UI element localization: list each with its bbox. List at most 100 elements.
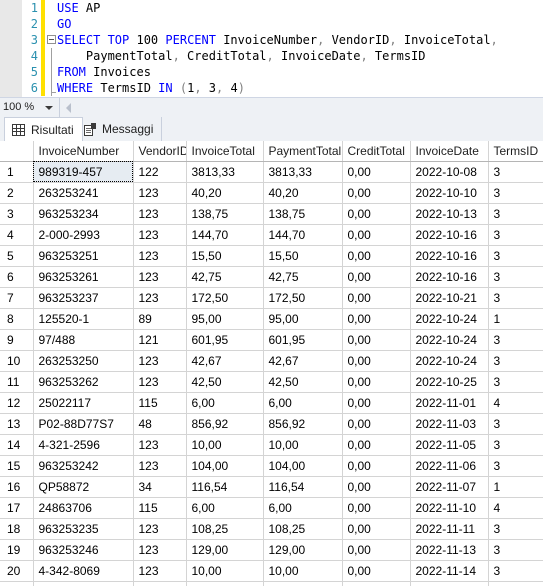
table-cell[interactable]: 42,50 (186, 371, 264, 393)
table-cell[interactable]: 0,00 (342, 161, 411, 183)
row-number-header[interactable] (0, 141, 34, 162)
table-cell[interactable]: 123 (133, 224, 187, 246)
table-cell[interactable]: 42,50 (263, 371, 343, 393)
table-cell[interactable]: 263253241 (33, 182, 134, 204)
table-cell[interactable]: 144,70 (263, 224, 343, 246)
table-cell[interactable]: 963253235 (33, 518, 134, 540)
row-number-cell[interactable]: 5 (0, 245, 34, 267)
row-number-cell[interactable]: 20 (0, 560, 34, 582)
table-cell[interactable]: 2022-10-16 (410, 266, 489, 288)
table-cell[interactable]: 0,00 (342, 182, 411, 204)
sql-editor-pane[interactable]: 1 USE AP 2 GO 3 SELECT TOP 100 PERCENT Invoic… (0, 0, 543, 97)
table-cell[interactable]: 2022-11-15 (410, 581, 489, 586)
table-row[interactable]: 2197211088207,78207,780,002022-11-151 (0, 581, 543, 586)
table-cell[interactable]: 122 (133, 161, 187, 183)
table-cell[interactable]: 104,00 (186, 455, 264, 477)
table-cell[interactable]: 95,00 (263, 308, 343, 330)
table-cell[interactable]: 989319-457 (33, 161, 134, 183)
table-cell[interactable]: 963253237 (33, 287, 134, 309)
table-row[interactable]: 15 963253242 123 104,00 104,00 0,00 2022-11-06… (0, 455, 543, 477)
table-cell[interactable]: 10,00 (186, 434, 264, 456)
table-cell[interactable]: 3 (488, 560, 543, 582)
table-cell[interactable]: 0,00 (342, 476, 411, 498)
table-cell[interactable]: 0,00 (342, 455, 411, 477)
row-number-cell[interactable]: 9 (0, 329, 34, 351)
table-cell[interactable]: 88 (133, 581, 187, 586)
table-cell[interactable]: 48 (133, 413, 187, 435)
table-cell[interactable]: 2022-11-03 (410, 413, 489, 435)
table-cell[interactable]: 123 (133, 266, 187, 288)
column-header-invoicenumber[interactable]: InvoiceNumber (33, 141, 134, 162)
table-cell[interactable]: 129,00 (186, 539, 264, 561)
table-cell[interactable]: 42,67 (263, 350, 343, 372)
zoom-level-dropdown[interactable]: 100 % (0, 98, 60, 117)
table-cell[interactable]: 3 (488, 161, 543, 183)
table-cell[interactable]: 6,00 (263, 497, 343, 519)
table-cell[interactable]: 0,00 (342, 539, 411, 561)
column-header-vendorid[interactable]: VendorID (133, 141, 187, 162)
row-number-cell[interactable]: 14 (0, 434, 34, 456)
table-cell[interactable]: 2022-10-16 (410, 224, 489, 246)
table-row[interactable]: 9 97/488 121 601,95 601,95 0,00 2022-10-24 3 (0, 329, 543, 351)
code-line[interactable]: 3 SELECT TOP 100 PERCENT InvoiceNumber, V… (0, 32, 543, 48)
table-cell[interactable]: 3813,33 (263, 161, 343, 183)
table-cell[interactable]: 2022-11-13 (410, 539, 489, 561)
table-cell[interactable]: 144,70 (186, 224, 264, 246)
table-cell[interactable]: 172,50 (186, 287, 264, 309)
table-cell[interactable]: 108,25 (186, 518, 264, 540)
table-cell[interactable]: 0,00 (342, 350, 411, 372)
table-cell[interactable]: 0,00 (342, 392, 411, 414)
table-cell[interactable]: 0,00 (342, 287, 411, 309)
table-cell[interactable]: 0,00 (342, 329, 411, 351)
table-cell[interactable]: 856,92 (263, 413, 343, 435)
table-cell[interactable]: 3 (488, 329, 543, 351)
table-cell[interactable]: 6,00 (186, 497, 264, 519)
table-cell[interactable]: 0,00 (342, 266, 411, 288)
table-cell[interactable]: 0,00 (342, 308, 411, 330)
table-row[interactable]: 14 4-321-2596 123 10,00 10,00 0,00 2022-11-05 3 (0, 434, 543, 456)
table-cell[interactable]: 123 (133, 371, 187, 393)
table-cell[interactable]: 123 (133, 560, 187, 582)
row-number-cell[interactable]: 18 (0, 518, 34, 540)
table-cell[interactable]: 3 (488, 203, 543, 225)
row-number-cell[interactable]: 13 (0, 413, 34, 435)
tab-messaggi[interactable]: Messaggi (77, 117, 163, 141)
row-number-cell[interactable]: 1 (0, 161, 34, 183)
table-cell[interactable]: 2022-10-21 (410, 287, 489, 309)
row-number-cell[interactable]: 4 (0, 224, 34, 246)
table-cell[interactable]: 40,20 (263, 182, 343, 204)
table-cell[interactable]: 3813,33 (186, 161, 264, 183)
table-cell[interactable]: 963253246 (33, 539, 134, 561)
table-cell[interactable]: 4-342-8069 (33, 560, 134, 582)
row-number-cell[interactable]: 6 (0, 266, 34, 288)
table-cell[interactable]: 963253234 (33, 203, 134, 225)
table-cell[interactable]: 963253242 (33, 455, 134, 477)
results-grid[interactable]: InvoiceNumber VendorID InvoiceTotal Payment… (0, 141, 543, 586)
table-cell[interactable]: 2022-10-24 (410, 329, 489, 351)
table-row[interactable]: 2 263253241 123 40,20 40,20 0,00 2022-10-10 3 (0, 182, 543, 204)
table-cell[interactable]: 963253262 (33, 371, 134, 393)
table-row[interactable]: 6 963253261 123 42,75 42,75 0,00 2022-10-16 3 (0, 266, 543, 288)
table-cell[interactable]: 2022-10-10 (410, 182, 489, 204)
table-cell[interactable]: 95,00 (186, 308, 264, 330)
table-cell[interactable]: 104,00 (263, 455, 343, 477)
table-cell[interactable]: 24863706 (33, 497, 134, 519)
table-row[interactable]: 18 963253235 123 108,25 108,25 0,00 2022-11-11… (0, 518, 543, 540)
table-row[interactable]: 10 263253250 123 42,67 42,67 0,00 2022-10-24 3 (0, 350, 543, 372)
table-cell[interactable]: 972110 (33, 581, 134, 586)
table-row[interactable]: 1 989319-457 122 3813,33 3813,33 0,00 2022-10-… (0, 161, 543, 183)
table-cell[interactable]: 0,00 (342, 203, 411, 225)
table-cell[interactable]: 4 (488, 392, 543, 414)
table-cell[interactable]: 172,50 (263, 287, 343, 309)
table-cell[interactable]: 3 (488, 539, 543, 561)
table-cell[interactable]: 123 (133, 350, 187, 372)
table-cell[interactable]: 4-321-2596 (33, 434, 134, 456)
table-cell[interactable]: 3 (488, 455, 543, 477)
table-row[interactable]: 3 963253234 123 138,75 138,75 0,00 2022-10-13 3 (0, 203, 543, 225)
table-row[interactable]: 4 2-000-2993 123 144,70 144,70 0,00 2022-10-16… (0, 224, 543, 246)
table-cell[interactable]: 34 (133, 476, 187, 498)
table-cell[interactable]: 2022-10-13 (410, 203, 489, 225)
table-cell[interactable]: 0,00 (342, 581, 411, 586)
table-cell[interactable]: 25022117 (33, 392, 134, 414)
table-cell[interactable]: 123 (133, 203, 187, 225)
